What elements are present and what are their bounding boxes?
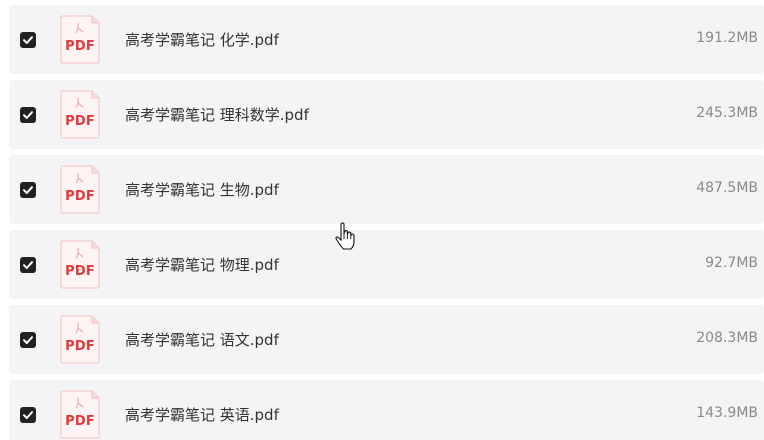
pdf-icon: PDF xyxy=(60,15,100,64)
file-size: 487.5MB xyxy=(696,180,758,196)
checkmark-icon xyxy=(23,186,33,194)
pdf-icon: PDF xyxy=(60,390,100,439)
checkbox-checked[interactable] xyxy=(20,332,36,348)
checkbox-checked[interactable] xyxy=(20,407,36,423)
pdf-icon-label: PDF xyxy=(65,39,95,54)
file-row[interactable]: PDF 高考学霸笔记 英语.pdf 143.9MB xyxy=(9,380,764,440)
file-size: 245.3MB xyxy=(696,105,758,121)
pdf-icon-label: PDF xyxy=(65,189,95,204)
file-row[interactable]: PDF 高考学霸笔记 语文.pdf 208.3MB xyxy=(9,305,764,374)
pdf-icon: PDF xyxy=(60,165,100,214)
pdf-icon: PDF xyxy=(60,90,100,139)
pdf-icon-label: PDF xyxy=(65,414,95,429)
file-list: PDF 高考学霸笔记 化学.pdf 191.2MB PDF 高考学霸笔记 理科数… xyxy=(0,0,764,440)
pdf-icon-label: PDF xyxy=(65,339,95,354)
file-row[interactable]: PDF 高考学霸笔记 化学.pdf 191.2MB xyxy=(9,5,764,74)
checkmark-icon xyxy=(23,36,33,44)
file-name[interactable]: 高考学霸笔记 理科数学.pdf xyxy=(125,104,309,125)
checkmark-icon xyxy=(23,336,33,344)
pdf-icon-label: PDF xyxy=(65,114,95,129)
checkbox-checked[interactable] xyxy=(20,257,36,273)
file-name[interactable]: 高考学霸笔记 物理.pdf xyxy=(125,254,279,275)
pdf-icon-label: PDF xyxy=(65,264,95,279)
checkbox-checked[interactable] xyxy=(20,107,36,123)
pdf-icon: PDF xyxy=(60,240,100,289)
file-row[interactable]: PDF 高考学霸笔记 物理.pdf 92.7MB xyxy=(9,230,764,299)
file-name[interactable]: 高考学霸笔记 语文.pdf xyxy=(125,329,279,350)
file-size: 191.2MB xyxy=(696,30,758,46)
file-name[interactable]: 高考学霸笔记 英语.pdf xyxy=(125,404,279,425)
file-row[interactable]: PDF 高考学霸笔记 生物.pdf 487.5MB xyxy=(9,155,764,224)
file-size: 92.7MB xyxy=(705,255,758,271)
file-name[interactable]: 高考学霸笔记 生物.pdf xyxy=(125,179,279,200)
checkmark-icon xyxy=(23,111,33,119)
checkmark-icon xyxy=(23,411,33,419)
file-name[interactable]: 高考学霸笔记 化学.pdf xyxy=(125,29,279,50)
checkbox-checked[interactable] xyxy=(20,182,36,198)
file-row[interactable]: PDF 高考学霸笔记 理科数学.pdf 245.3MB xyxy=(9,80,764,149)
checkmark-icon xyxy=(23,261,33,269)
pdf-icon: PDF xyxy=(60,315,100,364)
checkbox-checked[interactable] xyxy=(20,32,36,48)
file-size: 208.3MB xyxy=(696,330,758,346)
file-size: 143.9MB xyxy=(696,405,758,421)
